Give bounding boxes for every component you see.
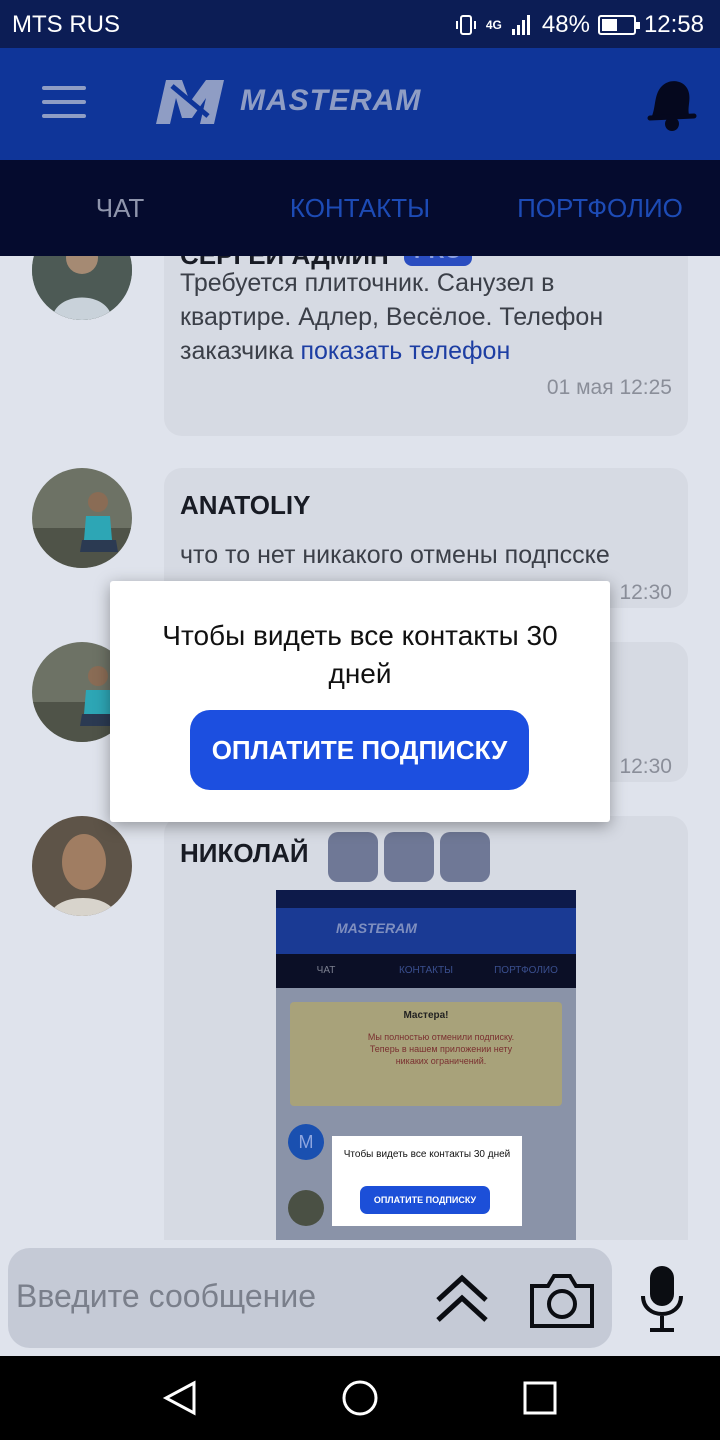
embedded-tab: КОНТАКТЫ [399, 965, 453, 976]
embedded-tab: ПОРТФОЛИО [494, 965, 558, 976]
embedded-notice-title: Мастера! [403, 1010, 449, 1021]
painter-skill-icon [384, 832, 434, 882]
network-type: 4G [485, 18, 502, 32]
avatar[interactable] [32, 816, 132, 916]
vibrate-icon [455, 15, 476, 35]
home-icon[interactable] [340, 1378, 380, 1418]
status-bar: MTS RUS 4G 48% 12:58 [0, 0, 720, 48]
microphone-icon[interactable] [638, 1264, 686, 1334]
pay-subscription-button[interactable]: ОПЛАТИТЕ ПОДПИСКУ [190, 710, 529, 790]
message-time: 01 мая 12:25 [546, 376, 672, 399]
message-time: 12:30 [619, 581, 672, 604]
dialog-message: Чтобы видеть все контакты 30 дней [162, 620, 558, 689]
plasterer-skill-icon [440, 832, 490, 882]
tab-chat[interactable]: ЧАТ [0, 160, 240, 256]
embedded-dialog-text: Чтобы видеть все контакты 30 дней [343, 1149, 511, 1160]
message-composer [0, 1240, 720, 1356]
system-nav-bar [0, 1356, 720, 1440]
message-input[interactable] [16, 1278, 416, 1315]
bell-icon[interactable] [640, 72, 700, 136]
tab-contacts[interactable]: КОНТАКТЫ [240, 160, 480, 256]
message-author: НИКОЛАЙ [180, 838, 309, 868]
signal-icon [511, 15, 530, 35]
message-author: ANATOLIY [180, 490, 311, 520]
avatar[interactable] [32, 468, 132, 568]
subscription-dialog: Чтобы видеть все контакты 30 дней ОПЛАТИ… [110, 581, 610, 822]
camera-icon[interactable] [528, 1270, 596, 1330]
message-time: 12:30 [619, 755, 672, 778]
logo-text: MASTERAM [240, 84, 422, 117]
message-input-container [8, 1248, 612, 1348]
battery-icon [597, 15, 640, 35]
recents-icon[interactable] [522, 1380, 558, 1416]
embedded-notice-text: Мы полностью отменили подписку. Теперь в… [367, 1032, 515, 1066]
scroll-up-icon[interactable] [432, 1268, 492, 1328]
logo: MASTERAM [152, 76, 421, 126]
embedded-dialog-button: ОПЛАТИТЕ ПОДПИСКУ [360, 1186, 490, 1214]
back-icon[interactable] [162, 1380, 198, 1416]
clock: 12:58 [643, 11, 704, 38]
tab-portfolio[interactable]: ПОРТФОЛИО [480, 160, 720, 256]
tab-bar: ЧАТ КОНТАКТЫ ПОРТФОЛИО [0, 160, 720, 256]
pro-badge: PRO [404, 256, 472, 266]
message-bubble: СЕРГЕЙ АДМИН PRO Требуется плиточник. Са… [164, 256, 688, 436]
message-text: что то нет никакого отмены подпсске [180, 541, 610, 569]
tiler-skill-icon [328, 832, 378, 882]
embedded-tab: ЧАТ [316, 965, 336, 976]
menu-icon[interactable] [42, 86, 86, 120]
show-phone-link[interactable]: показать телефон [300, 337, 510, 365]
message-bubble: НИКОЛАЙ MASTERAM ЧАТ КОНТАКТЫ ПОРТФОЛИО … [164, 816, 688, 1240]
battery-percent: 48% [541, 11, 590, 38]
app-header: MASTERAM [0, 48, 720, 160]
masteram-logo-icon [156, 80, 224, 124]
avatar[interactable] [32, 256, 132, 320]
carrier-label: MTS RUS [12, 11, 120, 38]
attached-screenshot[interactable]: MASTERAM ЧАТ КОНТАКТЫ ПОРТФОЛИО Мастера!… [276, 890, 576, 1240]
